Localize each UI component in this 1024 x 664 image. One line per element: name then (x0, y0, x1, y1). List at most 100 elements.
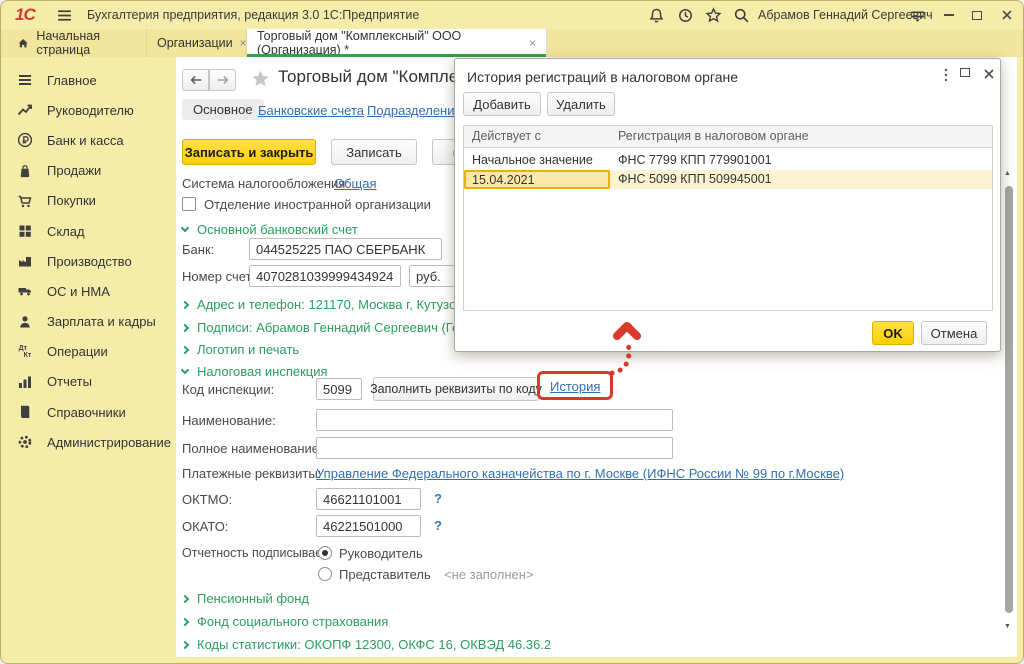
table-row-selected[interactable]: 15.04.2021 ФНС 5099 КПП 509945001 (464, 170, 992, 189)
gear-icon (16, 434, 34, 450)
save-close-button[interactable]: Записать и закрыть (182, 139, 316, 165)
sidebar-item-spravochniki[interactable]: Справочники (1, 397, 176, 427)
form-tab-main[interactable]: Основное (182, 99, 264, 120)
history-link[interactable]: История (550, 379, 600, 394)
okato-label: ОКАТО: (182, 519, 228, 534)
sidebar-item-zarplata[interactable]: Зарплата и кадры (1, 307, 176, 337)
signer-rep-radio[interactable] (318, 567, 332, 581)
sidebar-item-bank-kassa[interactable]: Банк и касса (1, 125, 176, 155)
history-clock-icon[interactable] (674, 4, 696, 26)
tab-close-icon[interactable]: × (240, 36, 247, 50)
minimize-button[interactable] (937, 5, 961, 25)
foreign-branch-checkbox[interactable] (182, 197, 196, 211)
ok-button[interactable]: OK (872, 321, 914, 345)
sidebar-item-administrirovanie[interactable]: Администрирование (1, 427, 176, 457)
section-social-insurance[interactable]: Фонд социального страхования (182, 614, 388, 629)
sidebar-item-glavnoe[interactable]: Главное (1, 65, 176, 95)
tax-system-label: Система налогообложения: (182, 176, 349, 191)
delete-button[interactable]: Удалить (547, 92, 615, 116)
scroll-up-icon[interactable]: ▲ (1004, 170, 1011, 177)
cart-icon (16, 193, 34, 209)
name-input[interactable] (316, 409, 673, 431)
search-icon[interactable] (730, 4, 752, 26)
dialog-more-icon[interactable] (939, 67, 953, 88)
sidebar-item-label: ОС и НМА (47, 284, 110, 299)
oktmo-help-icon[interactable]: ? (434, 491, 442, 506)
cell-valid-from[interactable]: 15.04.2021 (464, 170, 610, 189)
bank-label: Банк: (182, 242, 214, 257)
fill-by-code-button[interactable]: Заполнить реквизиты по коду (373, 377, 539, 401)
tab-organizations[interactable]: Организации × (147, 29, 247, 57)
tab-home[interactable]: Начальная страница (7, 29, 147, 57)
oktmo-input[interactable] (316, 488, 421, 510)
sidebar-item-label: Производство (47, 254, 132, 269)
section-logo-stamp[interactable]: Логотип и печать (182, 342, 299, 357)
close-button[interactable] (995, 5, 1019, 25)
scroll-down-icon[interactable]: ▼ (1004, 623, 1011, 630)
sidebar-item-label: Покупки (47, 193, 96, 208)
tab-home-label: Начальная страница (36, 29, 136, 57)
notifications-bell-icon[interactable] (645, 4, 667, 26)
section-main-bank-account[interactable]: Основной банковский счет (182, 222, 358, 237)
sidebar-item-otchety[interactable]: Отчеты (1, 367, 176, 397)
back-button[interactable] (182, 69, 209, 91)
service-settings-icon[interactable] (906, 4, 928, 26)
chevron-right-icon (181, 300, 189, 308)
favorite-star-icon[interactable] (250, 69, 271, 94)
form-tab-departments[interactable]: Подразделения (367, 103, 462, 118)
save-button[interactable]: Записать (331, 139, 417, 165)
dialog-maximize-icon[interactable] (960, 68, 970, 77)
tab-close-icon[interactable]: × (529, 36, 536, 50)
section-tax-inspection[interactable]: Налоговая инспекция (182, 364, 328, 379)
sidebar-item-label: Операции (47, 344, 108, 359)
cell-valid-from[interactable]: Начальное значение (464, 151, 610, 170)
account-number-input[interactable] (249, 265, 401, 287)
section-pension-fund[interactable]: Пенсионный фонд (182, 591, 309, 606)
currency-input[interactable] (409, 265, 456, 287)
tab-bar: Начальная страница Организации × Торговы… (1, 29, 1024, 57)
sidebar-item-proizvodstvo[interactable]: Производство (1, 246, 176, 276)
signer-head-radio[interactable] (318, 546, 332, 560)
cancel-button[interactable]: Отмена (921, 321, 987, 345)
okato-input[interactable] (316, 515, 421, 537)
payment-details-link[interactable]: Управление Федерального казначейства по … (316, 466, 844, 481)
dialog-close-icon[interactable] (983, 67, 995, 85)
sidebar-item-os-nma[interactable]: ОС и НМА (1, 276, 176, 306)
okato-help-icon[interactable]: ? (434, 518, 442, 533)
tab-organization-card[interactable]: Торговый дом "Комплексный" ООО (Организа… (247, 29, 547, 57)
sidebar-item-label: Зарплата и кадры (47, 314, 156, 329)
payment-details-label: Платежные реквизиты: (182, 466, 321, 481)
favorites-star-icon[interactable] (702, 4, 724, 26)
tax-registration-history-dialog: История регистраций в налоговом органе Д… (454, 58, 1001, 352)
bank-input[interactable] (249, 238, 442, 260)
scrollbar-thumb[interactable] (1005, 186, 1013, 613)
sidebar-item-operacii[interactable]: ДтКт Операции (1, 337, 176, 367)
form-tab-bank-accounts[interactable]: Банковские счета (258, 103, 364, 118)
tax-system-link[interactable]: Общая (334, 176, 377, 191)
column-header-registration[interactable]: Регистрация в налоговом органе (610, 126, 992, 147)
sidebar-item-pokupki[interactable]: Покупки (1, 186, 176, 216)
sidebar-item-prodazhi[interactable]: Продажи (1, 156, 176, 186)
cell-registration[interactable]: ФНС 5099 КПП 509945001 (610, 170, 992, 189)
signer-rep-label: Представитель (339, 567, 431, 582)
sidebar-item-sklad[interactable]: Склад (1, 216, 176, 246)
section-title: Адрес и телефон: 121170, Москва г, Кутуз… (197, 297, 490, 312)
chart-icon (16, 374, 34, 390)
inspection-code-input[interactable] (316, 378, 362, 400)
sidebar-item-label: Справочники (47, 405, 126, 420)
app-title: Бухгалтерия предприятия, редакция 3.0 1С… (87, 8, 419, 22)
section-address-phone[interactable]: Адрес и телефон: 121170, Москва г, Кутуз… (182, 297, 490, 312)
sidebar-item-rukovoditelyu[interactable]: Руководителю (1, 95, 176, 125)
add-button[interactable]: Добавить (463, 92, 541, 116)
full-name-input[interactable] (316, 437, 673, 459)
sidebar-item-label: Склад (47, 224, 85, 239)
section-statistics-codes[interactable]: Коды статистики: ОКОПФ 12300, ОКФС 16, О… (182, 637, 551, 652)
maximize-button[interactable] (965, 5, 989, 25)
main-menu-icon[interactable] (53, 4, 75, 26)
cell-registration[interactable]: ФНС 7799 КПП 779901001 (610, 151, 992, 170)
column-header-valid-from[interactable]: Действует с (464, 126, 610, 147)
factory-icon (16, 253, 34, 269)
table-row[interactable]: Начальное значение ФНС 7799 КПП 77990100… (464, 151, 992, 170)
forward-button[interactable] (209, 69, 236, 91)
section-title: Основной банковский счет (197, 222, 358, 237)
